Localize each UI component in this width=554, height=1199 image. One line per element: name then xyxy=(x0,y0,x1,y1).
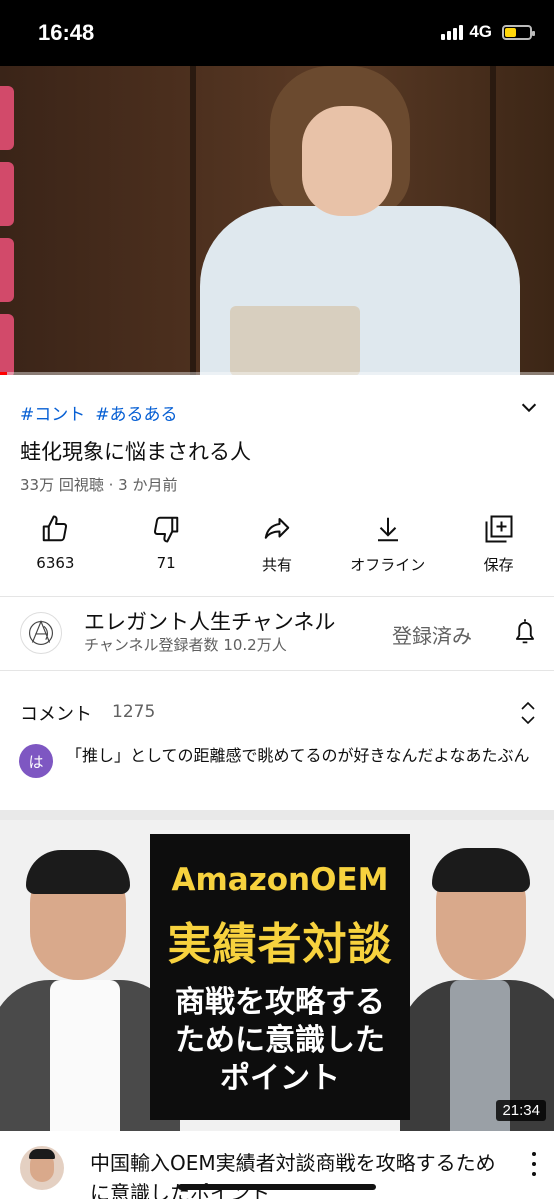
thumb-line-group: 商戦を攻略する ために意識した ポイント xyxy=(150,984,410,1098)
dislike-button[interactable]: 71 xyxy=(116,514,216,584)
hashtags: #コント #あるある xyxy=(20,400,178,425)
thumbnail-person-right xyxy=(400,840,554,1131)
top-comment-text[interactable]: 「推し」としての距離感で眺めてるのが好きなんだよなあたぶん xyxy=(66,742,536,770)
action-bar: 6363 71 共有 オフライン 保存 xyxy=(0,514,554,584)
share-label: 共有 xyxy=(261,556,292,574)
status-icons: 4G xyxy=(441,22,535,42)
pink-object xyxy=(0,86,14,150)
expand-icon[interactable] xyxy=(518,700,538,726)
status-bar: 16:48 4G xyxy=(0,0,554,66)
clock: 16:48 xyxy=(38,20,95,45)
recommended-channel-avatar[interactable] xyxy=(20,1146,64,1190)
signal-icon xyxy=(441,24,464,40)
save-playlist-icon xyxy=(485,515,513,543)
download-label: オフライン xyxy=(350,556,426,574)
save-label: 保存 xyxy=(483,556,514,574)
thumb-line: 実績者対談 xyxy=(167,919,393,970)
download-icon xyxy=(377,517,398,542)
comments-header[interactable]: コメント xyxy=(20,700,92,726)
like-count: 6363 xyxy=(36,554,75,572)
download-button[interactable]: オフライン xyxy=(338,514,438,584)
bell-icon[interactable] xyxy=(511,617,539,647)
save-button[interactable]: 保存 xyxy=(449,514,549,584)
recommended-thumbnail[interactable]: AmazonOEM 実績者対談 商戦を攻略する ために意識した ポイント 21:… xyxy=(0,820,554,1131)
pink-object xyxy=(0,162,14,226)
video-duration: 21:34 xyxy=(496,1100,546,1121)
hashtag-link[interactable]: #あるある xyxy=(95,400,177,425)
more-options-icon[interactable] xyxy=(530,1152,538,1176)
commenter-avatar[interactable]: は xyxy=(19,744,53,778)
thumbnail-title-board: AmazonOEM 実績者対談 商戦を攻略する ために意識した ポイント xyxy=(150,834,410,1120)
thumbs-up-icon xyxy=(43,515,68,542)
thumb-line: AmazonOEM xyxy=(171,862,389,898)
video-meta: 33万 回視聴 · 3 か月前 xyxy=(20,476,178,494)
channel-logo-icon xyxy=(29,620,53,645)
chevron-down-icon[interactable] xyxy=(518,396,540,418)
battery-icon xyxy=(502,24,535,40)
pink-object xyxy=(0,314,14,375)
divider xyxy=(0,670,554,671)
share-icon xyxy=(264,518,290,539)
section-separator xyxy=(0,810,554,820)
hashtag-link[interactable]: #コント xyxy=(20,400,85,425)
share-button[interactable]: 共有 xyxy=(227,514,327,584)
like-button[interactable]: 6363 xyxy=(5,514,105,584)
thumb-line: 商戦を攻略する xyxy=(175,985,385,1020)
channel-name[interactable]: エレガント人生チャンネル xyxy=(84,606,335,636)
comments-count: 1275 xyxy=(112,702,156,722)
network-type: 4G xyxy=(469,22,492,41)
thumb-line: ために意識した xyxy=(175,1023,385,1058)
home-indicator[interactable] xyxy=(178,1184,376,1190)
video-player[interactable] xyxy=(0,66,554,375)
pink-object xyxy=(0,238,14,302)
subscribed-button[interactable]: 登録済み xyxy=(392,620,472,649)
thumbs-down-icon xyxy=(154,516,179,543)
thumb-line: ポイント xyxy=(220,1061,340,1096)
video-frame-person xyxy=(190,66,520,375)
video-progress-bar[interactable] xyxy=(0,372,554,375)
recommended-video-title[interactable]: 中国輸入OEM実績者対談商戦を攻略するために意識したポイント xyxy=(90,1148,500,1199)
video-title[interactable]: 蛙化現象に悩まされる人 xyxy=(20,436,251,466)
subscriber-count: チャンネル登録者数 10.2万人 xyxy=(84,636,287,654)
channel-avatar[interactable] xyxy=(20,612,62,654)
divider xyxy=(0,596,554,597)
dislike-count: 71 xyxy=(156,554,176,572)
